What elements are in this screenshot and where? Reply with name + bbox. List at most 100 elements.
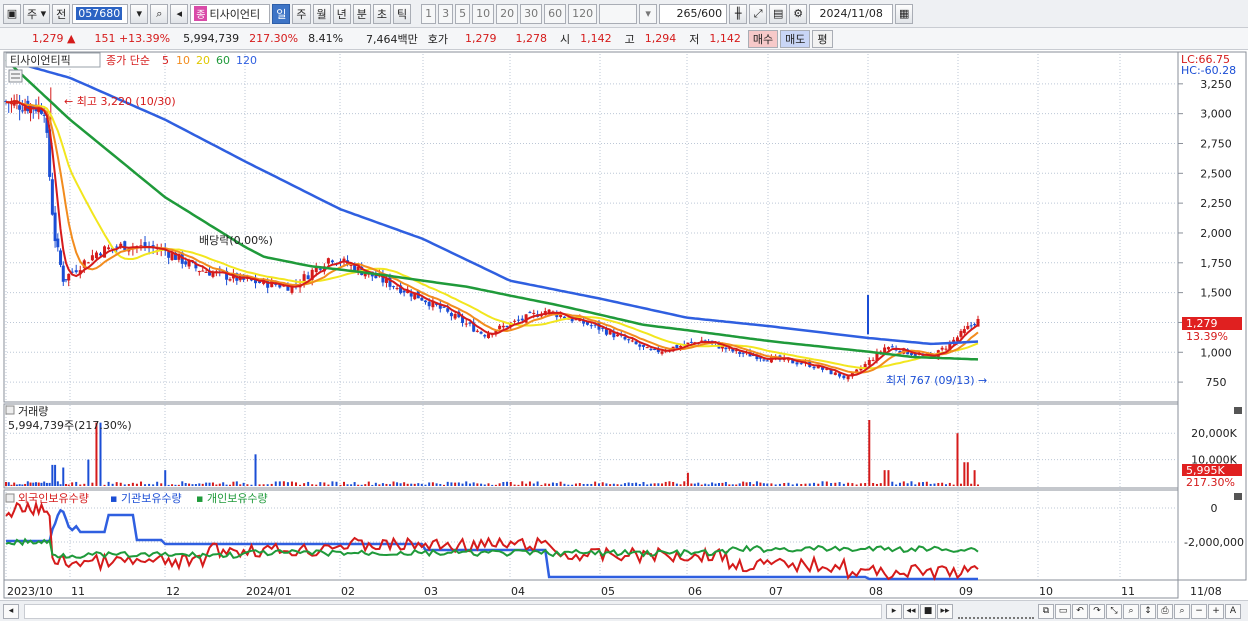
interval-20[interactable]: 20 bbox=[496, 3, 519, 24]
volume-bar bbox=[855, 484, 858, 486]
search-icon[interactable]: ⌕ bbox=[150, 3, 169, 24]
interval-30[interactable]: 30 bbox=[520, 3, 543, 24]
y-tick-label: -2,000,000 bbox=[1184, 536, 1244, 549]
tool-shrink-icon[interactable]: ↕ bbox=[1140, 603, 1156, 619]
code-dropdown-icon[interactable]: ▾ bbox=[130, 3, 149, 24]
volume-bar bbox=[653, 483, 656, 486]
holder-panel-icon[interactable] bbox=[5, 493, 15, 503]
volume-bar bbox=[211, 482, 214, 486]
interval-60[interactable]: 60 bbox=[544, 3, 567, 24]
volume-bar bbox=[483, 484, 486, 486]
draw-tool-icon[interactable]: ⤢ bbox=[749, 3, 768, 24]
volume-bar bbox=[461, 483, 464, 486]
market-select[interactable]: 주 ▾ bbox=[23, 3, 51, 24]
count-input[interactable]: 265/600 bbox=[659, 3, 728, 24]
candle-type-icon[interactable]: ╫ bbox=[729, 3, 748, 24]
volume-bar bbox=[188, 483, 191, 486]
interval-dropdown-icon[interactable]: ▾ bbox=[639, 3, 658, 24]
tool-copy-icon[interactable]: ⧉ bbox=[1038, 603, 1054, 619]
save-icon[interactable]: ▤ bbox=[769, 3, 788, 24]
buy-button[interactable]: 매수 bbox=[747, 29, 779, 48]
volume-bar bbox=[222, 482, 225, 486]
stop-icon[interactable]: ■ bbox=[920, 603, 936, 619]
scroll-left-icon[interactable]: ◂ bbox=[3, 603, 19, 619]
volume-bar bbox=[235, 481, 238, 486]
zoom-in-icon[interactable]: + bbox=[1208, 603, 1224, 619]
calendar-icon[interactable]: ▦ bbox=[895, 3, 914, 24]
font-size-icon[interactable]: A bbox=[1225, 603, 1241, 619]
tool-redo-icon[interactable]: ↷ bbox=[1089, 603, 1105, 619]
candle-body bbox=[67, 273, 71, 281]
grid-toggle-icon[interactable] bbox=[8, 69, 23, 83]
volume-bar bbox=[350, 484, 353, 486]
interval-10[interactable]: 10 bbox=[472, 3, 495, 24]
y-tick-label: 2,750 bbox=[1200, 137, 1232, 150]
chart-svg[interactable]: 3,250 3,000 2,750 2,500 2,250 2,000 1,750 1,500… bbox=[0, 50, 1248, 600]
period-day[interactable]: 일 bbox=[272, 3, 291, 24]
play-back-icon[interactable]: ◂◂ bbox=[903, 603, 919, 619]
layout-icon[interactable]: ▣ bbox=[3, 3, 21, 24]
period-second[interactable]: 초 bbox=[372, 3, 392, 24]
candle-body bbox=[520, 318, 524, 321]
volume-bar bbox=[374, 482, 377, 486]
period-month[interactable]: 월 bbox=[312, 3, 331, 24]
sound-icon[interactable]: ◂ bbox=[170, 3, 189, 24]
y-tick-label: 1,750 bbox=[1200, 257, 1232, 270]
flat-button[interactable]: 평 bbox=[812, 29, 833, 48]
x-tick-label: 2023/10 bbox=[7, 585, 53, 598]
play-forward-icon[interactable]: ▸▸ bbox=[937, 603, 953, 619]
volume-panel-close-icon[interactable] bbox=[1234, 407, 1242, 414]
zoom-slider[interactable] bbox=[958, 604, 1034, 619]
volume-bar bbox=[45, 482, 48, 486]
stock-name[interactable]: 종 티사이언티 bbox=[190, 3, 271, 24]
tool-window-icon[interactable]: ▭ bbox=[1055, 603, 1071, 619]
tool-search-icon[interactable]: ⌕ bbox=[1174, 603, 1190, 619]
candle-body bbox=[675, 345, 679, 349]
zoom-out-icon[interactable]: − bbox=[1191, 603, 1207, 619]
period-minute[interactable]: 분 bbox=[352, 3, 371, 24]
sell-button[interactable]: 매도 bbox=[780, 29, 811, 48]
volume-bar bbox=[898, 482, 901, 486]
x-tick-label: 02 bbox=[341, 585, 355, 598]
y-tick-label: 0 bbox=[1211, 502, 1218, 515]
candle-body bbox=[442, 306, 446, 308]
volume-bar bbox=[506, 481, 509, 486]
volume-bar bbox=[242, 482, 245, 486]
interval-120[interactable]: 120 bbox=[568, 3, 598, 24]
interval-5[interactable]: 5 bbox=[455, 3, 471, 24]
x-tick-label: 06 bbox=[688, 585, 702, 598]
tool-undo-icon[interactable]: ↶ bbox=[1072, 603, 1088, 619]
volume-bar bbox=[95, 422, 98, 486]
volume-bar bbox=[728, 484, 731, 486]
volume-bar bbox=[959, 483, 962, 486]
holder-panel-close-icon[interactable] bbox=[1234, 493, 1242, 500]
volume-bar bbox=[357, 484, 360, 486]
scroll-right-icon[interactable]: ▸ bbox=[886, 603, 902, 619]
scrollbar-track[interactable] bbox=[24, 603, 882, 619]
volume-bar bbox=[201, 483, 204, 486]
tool-measure-icon[interactable]: ⤡ bbox=[1106, 603, 1122, 619]
chart-area[interactable]: 3,250 3,000 2,750 2,500 2,250 2,000 1,750 1,500… bbox=[0, 50, 1248, 600]
volume-bar bbox=[353, 482, 356, 486]
period-tick[interactable]: 틱 bbox=[393, 3, 412, 24]
interval-3[interactable]: 3 bbox=[438, 3, 454, 24]
period-year[interactable]: 년 bbox=[332, 3, 351, 24]
gear-icon[interactable]: ⚙ bbox=[789, 3, 808, 24]
volume-bar bbox=[795, 483, 798, 486]
volume-bar bbox=[612, 483, 615, 486]
volume-bar bbox=[742, 481, 745, 486]
interval-1[interactable]: 1 bbox=[421, 3, 437, 24]
code-input[interactable]: 057680 bbox=[72, 3, 129, 24]
x-tick-label: 05 bbox=[601, 585, 615, 598]
volume-bar bbox=[319, 482, 322, 486]
date-input[interactable]: 2024/11/08 bbox=[809, 3, 894, 24]
interval-custom-input[interactable] bbox=[599, 3, 638, 24]
market-label: 주 bbox=[27, 7, 38, 21]
holder-legend-institution: ▪ 기관보유수량 bbox=[110, 492, 182, 505]
period-week[interactable]: 주 bbox=[292, 3, 311, 24]
tool-zoom-icon[interactable]: ⌕ bbox=[1123, 603, 1139, 619]
prev-button[interactable]: 전 bbox=[52, 3, 71, 24]
tool-print-icon[interactable]: ⎙ bbox=[1157, 603, 1173, 619]
volume-panel-icon[interactable] bbox=[5, 405, 15, 415]
volume-bar bbox=[683, 481, 686, 486]
